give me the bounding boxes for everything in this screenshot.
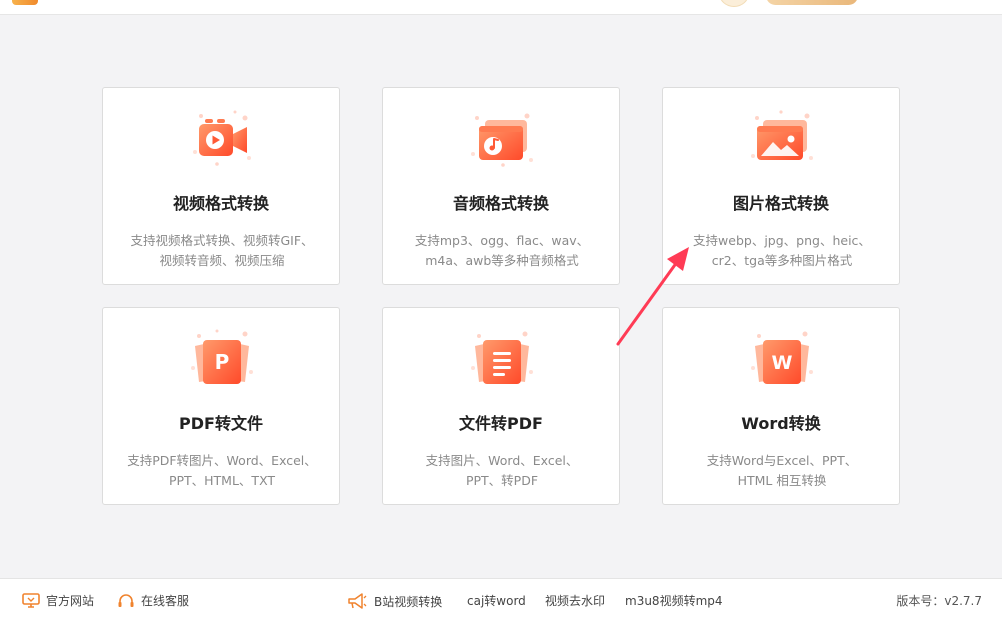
card-audio-convert[interactable]: 音频格式转换 支持mp3、ogg、flac、wav、 m4a、awb等多种音频格…	[382, 87, 620, 285]
card-title: 视频格式转换	[172, 194, 269, 213]
vip-button[interactable]	[766, 0, 858, 5]
card-description-line: 支持视频格式转换、视频转GIF、	[130, 233, 314, 248]
feature-grid: 视频格式转换 支持视频格式转换、视频转GIF、 视频转音频、视频压缩 音频格式转…	[0, 16, 1002, 577]
word-w-icon: W	[747, 328, 817, 388]
card-description: 支持PDF转图片、Word、Excel、 PPT、HTML、TXT	[115, 451, 329, 491]
pdf-p-icon: P	[187, 328, 257, 388]
document-lines-icon	[467, 328, 537, 388]
promo-link-caj[interactable]: caj转word	[467, 592, 526, 609]
official-site-label: 官方网站	[46, 594, 95, 608]
official-site-link[interactable]: 官方网站	[22, 592, 94, 609]
megaphone-icon	[348, 593, 367, 609]
promo-link-bilibili[interactable]: B站视频转换	[346, 592, 442, 610]
status-bar: 官方网站 在线客服 B站视频转换 caj转word 视频去水印 m3u8视频转m…	[0, 578, 1002, 620]
online-service-link[interactable]: 在线客服	[117, 592, 189, 609]
card-title: 音频格式转换	[452, 194, 549, 213]
title-bar	[0, 0, 1002, 15]
promo-link-watermark[interactable]: 视频去水印	[545, 592, 605, 609]
card-description-line: 视频转音频、视频压缩	[159, 253, 285, 268]
user-avatar[interactable]	[719, 0, 749, 7]
version-label: 版本号：v2.7.7	[896, 594, 982, 608]
svg-text:W: W	[772, 352, 793, 374]
card-description-line: m4a、awb等多种音频格式	[425, 253, 579, 268]
promo-link-label: caj转word	[467, 594, 526, 608]
app-logo	[12, 0, 38, 5]
card-description-line: PPT、转PDF	[465, 473, 539, 488]
video-camera-icon	[187, 108, 257, 168]
card-description-line: 支持webp、jpg、png、heic、	[693, 233, 871, 248]
svg-text:P: P	[215, 350, 230, 374]
card-title: 文件转PDF	[459, 414, 543, 433]
card-description: 支持mp3、ogg、flac、wav、 m4a、awb等多种音频格式	[395, 231, 609, 271]
card-image-convert[interactable]: 图片格式转换 支持webp、jpg、png、heic、 cr2、tga等多种图片…	[662, 87, 900, 285]
card-description-line: 支持PDF转图片、Word、Excel、	[127, 453, 317, 468]
card-title: 图片格式转换	[732, 194, 829, 213]
monitor-icon	[22, 593, 40, 608]
card-description: 支持视频格式转换、视频转GIF、 视频转音频、视频压缩	[115, 231, 329, 271]
promo-link-label: B站视频转换	[374, 594, 443, 609]
card-description-line: 支持Word与Excel、PPT、	[706, 453, 858, 468]
promo-link-label: 视频去水印	[545, 594, 606, 608]
promo-link-label: m3u8视频转mp4	[625, 594, 723, 608]
card-title: PDF转文件	[179, 414, 263, 433]
card-description-line: 支持图片、Word、Excel、	[425, 453, 579, 468]
card-file-to-pdf[interactable]: 文件转PDF 支持图片、Word、Excel、 PPT、转PDF	[382, 307, 620, 505]
card-description: 支持webp、jpg、png、heic、 cr2、tga等多种图片格式	[675, 231, 889, 271]
card-title: Word转换	[741, 414, 821, 433]
promo-link-m3u8[interactable]: m3u8视频转mp4	[625, 592, 723, 609]
headset-icon	[118, 593, 134, 607]
card-description-line: 支持mp3、ogg、flac、wav、	[414, 233, 590, 248]
card-description-line: HTML 相互转换	[737, 473, 827, 488]
card-video-convert[interactable]: 视频格式转换 支持视频格式转换、视频转GIF、 视频转音频、视频压缩	[102, 87, 340, 285]
online-service-label: 在线客服	[141, 594, 190, 608]
image-icon	[747, 108, 817, 168]
card-description: 支持Word与Excel、PPT、 HTML 相互转换	[675, 451, 889, 491]
music-note-icon	[467, 108, 537, 168]
card-pdf-to-file[interactable]: P PDF转文件 支持PDF转图片、Word、Excel、 PPT、HTML、T…	[102, 307, 340, 505]
card-description: 支持图片、Word、Excel、 PPT、转PDF	[395, 451, 609, 491]
card-word-convert[interactable]: W Word转换 支持Word与Excel、PPT、 HTML 相互转换	[662, 307, 900, 505]
card-description-line: cr2、tga等多种图片格式	[711, 253, 853, 268]
card-description-line: PPT、HTML、TXT	[168, 473, 276, 488]
